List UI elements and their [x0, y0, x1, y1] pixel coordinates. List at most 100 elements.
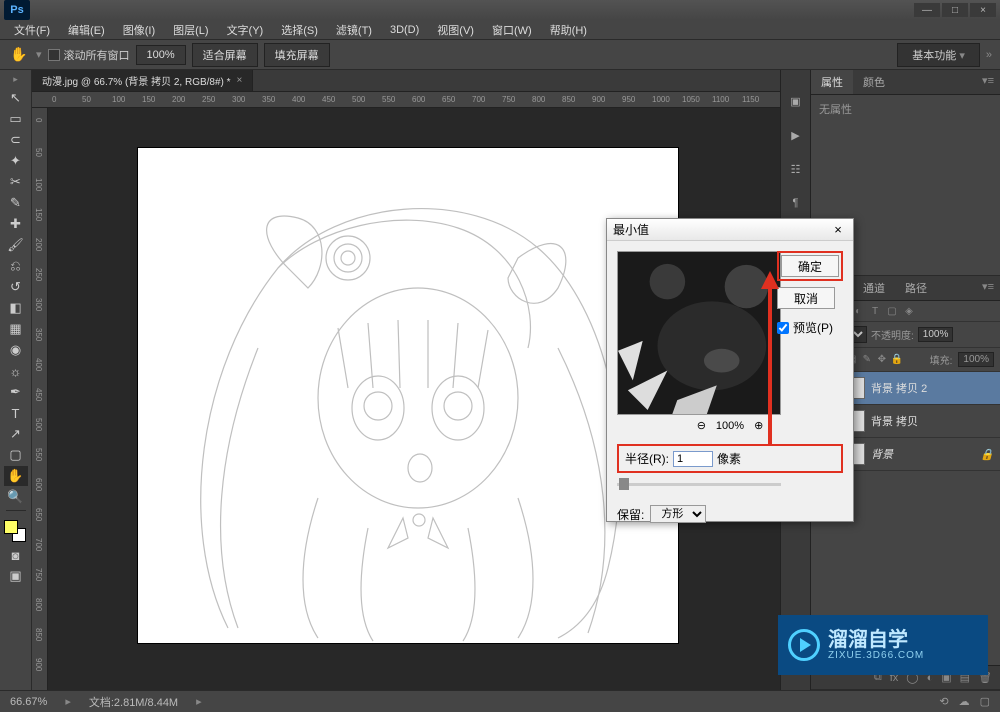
- lock-all-icon[interactable]: 🔒: [891, 354, 903, 366]
- menu-filter[interactable]: 滤镜(T): [328, 20, 380, 40]
- move-tool[interactable]: ↖: [4, 88, 28, 108]
- lock-icon: 🔒: [980, 448, 994, 461]
- tab-color[interactable]: 颜色: [853, 70, 895, 94]
- filter-preview[interactable]: [617, 251, 781, 415]
- menu-edit[interactable]: 编辑(E): [60, 20, 113, 40]
- marquee-tool[interactable]: ▭: [4, 109, 28, 129]
- lock-pixels-icon[interactable]: ✎: [861, 354, 873, 366]
- info-arrow-icon[interactable]: ▸: [196, 695, 202, 708]
- tab-properties[interactable]: 属性: [811, 70, 853, 94]
- menu-window[interactable]: 窗口(W): [484, 20, 540, 40]
- document-tab[interactable]: 动漫.jpg @ 66.7% (背景 拷贝 2, RGB/8#) * ×: [32, 70, 253, 91]
- brush-tool[interactable]: 🖌: [4, 235, 28, 255]
- zoom-arrow-icon[interactable]: ▸: [65, 695, 71, 708]
- eyedropper-tool[interactable]: ✎: [4, 193, 28, 213]
- fill-value[interactable]: 100%: [958, 352, 994, 367]
- preview-checkbox[interactable]: 预览(P): [777, 319, 843, 336]
- blur-tool[interactable]: ◉: [4, 340, 28, 360]
- menu-file[interactable]: 文件(F): [6, 20, 58, 40]
- collapse-icon[interactable]: ▸: [13, 74, 18, 85]
- radius-row-highlight: 半径(R): 像素: [617, 444, 843, 473]
- zoom-level[interactable]: 66.67%: [10, 696, 47, 708]
- tab-channels[interactable]: 通道: [853, 276, 895, 300]
- window-maximize[interactable]: □: [942, 3, 968, 17]
- eraser-tool[interactable]: ◧: [4, 298, 28, 318]
- window-minimize[interactable]: —: [914, 3, 940, 17]
- opacity-label: 不透明度:: [871, 327, 914, 342]
- filter-shape-icon[interactable]: ▢: [885, 304, 899, 318]
- foreground-color-swatch[interactable]: [4, 520, 18, 534]
- close-tab-icon[interactable]: ×: [237, 75, 243, 86]
- char-panel-icon[interactable]: ¶: [785, 192, 807, 214]
- dialog-title: 最小值: [613, 221, 649, 238]
- ruler-horizontal: 0501001502002503003504004505005506006507…: [32, 92, 780, 108]
- zoom-in-button[interactable]: ⊕: [754, 419, 763, 432]
- zoom-out-button[interactable]: ⊖: [697, 419, 706, 432]
- color-swatches[interactable]: [4, 520, 28, 544]
- radius-slider[interactable]: [617, 477, 781, 491]
- panel-menu-icon[interactable]: ▾≡: [976, 70, 1000, 94]
- menu-type[interactable]: 文字(Y): [219, 20, 272, 40]
- menubar: 文件(F) 编辑(E) 图像(I) 图层(L) 文字(Y) 选择(S) 滤镜(T…: [0, 20, 1000, 40]
- radius-input[interactable]: [673, 451, 713, 467]
- filter-smart-icon[interactable]: ◈: [902, 304, 916, 318]
- zoom-100-button[interactable]: 100%: [136, 45, 186, 65]
- menu-help[interactable]: 帮助(H): [542, 20, 595, 40]
- brush-panel-icon[interactable]: ☷: [785, 158, 807, 180]
- dialog-close-button[interactable]: ×: [829, 222, 847, 238]
- layer-name: 背景: [871, 446, 893, 462]
- keep-select[interactable]: 方形: [650, 505, 706, 523]
- fit-screen-button[interactable]: 适合屏幕: [192, 43, 258, 67]
- filter-type-icon[interactable]: T: [868, 304, 882, 318]
- tab-paths[interactable]: 路径: [895, 276, 937, 300]
- stamp-tool[interactable]: ⎌: [4, 256, 28, 276]
- fill-label: 填充:: [930, 352, 953, 367]
- quick-mask-toggle[interactable]: ◙: [4, 545, 28, 565]
- type-tool[interactable]: T: [4, 403, 28, 423]
- path-tool[interactable]: ↗: [4, 424, 28, 444]
- doc-info[interactable]: 文档:2.81M/8.44M: [89, 694, 178, 710]
- cancel-button[interactable]: 取消: [777, 287, 835, 309]
- scroll-all-windows-checkbox[interactable]: 滚动所有窗口: [48, 47, 130, 63]
- lock-position-icon[interactable]: ✥: [876, 354, 888, 366]
- screen-mode-toggle[interactable]: ▣: [4, 566, 28, 586]
- keep-label: 保留:: [617, 506, 644, 523]
- gradient-tool[interactable]: ▦: [4, 319, 28, 339]
- status-square-icon[interactable]: ▢: [980, 695, 990, 708]
- menu-image[interactable]: 图像(I): [115, 20, 163, 40]
- cloud-icon[interactable]: ☁: [959, 695, 970, 708]
- lasso-tool[interactable]: ⊂: [4, 130, 28, 150]
- fill-screen-button[interactable]: 填充屏幕: [264, 43, 330, 67]
- watermark-sub: ZIXUE.3D66.COM: [828, 650, 924, 661]
- magic-wand-tool[interactable]: ✦: [4, 151, 28, 171]
- menu-select[interactable]: 选择(S): [273, 20, 326, 40]
- hand-tool[interactable]: ✋: [4, 466, 28, 486]
- opacity-value[interactable]: 100%: [918, 327, 954, 342]
- actions-panel-icon[interactable]: ▶: [785, 124, 807, 146]
- sync-icon[interactable]: ⟲: [939, 695, 948, 708]
- menu-layer[interactable]: 图层(L): [165, 20, 216, 40]
- menu-view[interactable]: 视图(V): [429, 20, 482, 40]
- pen-tool[interactable]: ✒: [4, 382, 28, 402]
- document-tab-title: 动漫.jpg @ 66.7% (背景 拷贝 2, RGB/8#) *: [42, 73, 231, 88]
- options-bar: ✋ ▾ 滚动所有窗口 100% 适合屏幕 填充屏幕 基本功能 ▾ »: [0, 40, 1000, 70]
- scroll-label: 滚动所有窗口: [64, 47, 130, 63]
- workspace-switcher[interactable]: 基本功能 ▾: [897, 43, 980, 67]
- healing-tool[interactable]: ✚: [4, 214, 28, 234]
- window-close[interactable]: ×: [970, 3, 996, 17]
- history-panel-icon[interactable]: ▣: [785, 90, 807, 112]
- toolbox: ▸ ↖ ▭ ⊂ ✦ ✂ ✎ ✚ 🖌 ⎌ ↺ ◧ ▦ ◉ ☼ ✒ T ↗ ▢ ✋ …: [0, 70, 32, 690]
- zoom-tool[interactable]: 🔍: [4, 487, 28, 507]
- sketch-image: [138, 148, 678, 643]
- crop-tool[interactable]: ✂: [4, 172, 28, 192]
- double-arrow-icon[interactable]: »: [986, 49, 992, 61]
- menu-3d[interactable]: 3D(D): [382, 22, 427, 38]
- ok-button[interactable]: 确定: [781, 255, 839, 277]
- layers-menu-icon[interactable]: ▾≡: [976, 276, 1000, 300]
- ok-highlight: 确定: [777, 251, 843, 281]
- history-brush-tool[interactable]: ↺: [4, 277, 28, 297]
- layer-name: 背景 拷贝: [871, 413, 918, 429]
- dodge-tool[interactable]: ☼: [4, 361, 28, 381]
- artboard: [138, 148, 678, 643]
- shape-tool[interactable]: ▢: [4, 445, 28, 465]
